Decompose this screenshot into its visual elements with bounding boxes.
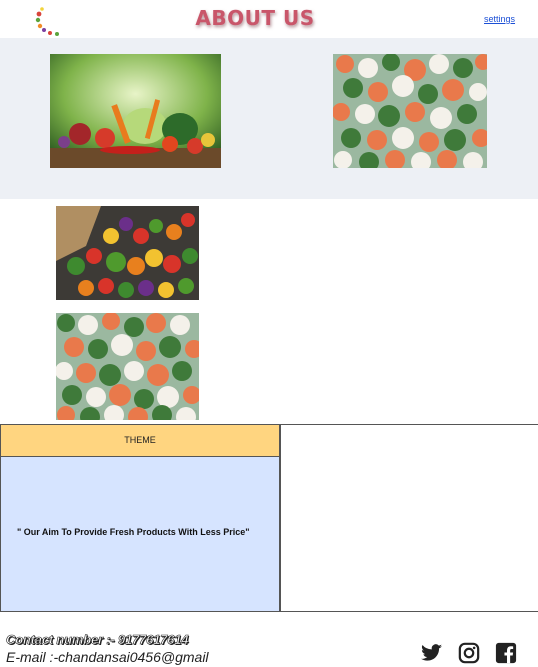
twitter-icon[interactable]: [420, 642, 444, 664]
facebook-icon[interactable]: [494, 642, 518, 664]
vegetable-assortment-photo: [56, 206, 199, 300]
fresh-vegetables-photo: [50, 54, 221, 168]
settings-link[interactable]: settings: [484, 14, 515, 24]
theme-heading: THEME: [0, 425, 280, 457]
contact-email: E-mail :-chandansai0456@gmail: [6, 649, 209, 665]
page-title: ABOUT US: [195, 6, 315, 30]
gallery-band: [0, 38, 538, 199]
page-footer: Contact number :- 9177617614 E-mail :-ch…: [0, 612, 538, 667]
instagram-icon[interactable]: [457, 642, 481, 664]
theme-table: THEME " Our Aim To Provide Fresh Product…: [0, 424, 538, 612]
frozen-mixed-vegetables-photo: [333, 54, 487, 168]
theme-empty-cell: [280, 425, 538, 612]
theme-statement: " Our Aim To Provide Fresh Products With…: [17, 527, 250, 537]
contact-number: Contact number :- 9177617614: [6, 632, 189, 648]
frozen-vegetables-photo-2: [56, 313, 199, 420]
page-header: ABOUT US settings: [0, 0, 538, 38]
theme-statement-cell: " Our Aim To Provide Fresh Products With…: [0, 457, 280, 612]
